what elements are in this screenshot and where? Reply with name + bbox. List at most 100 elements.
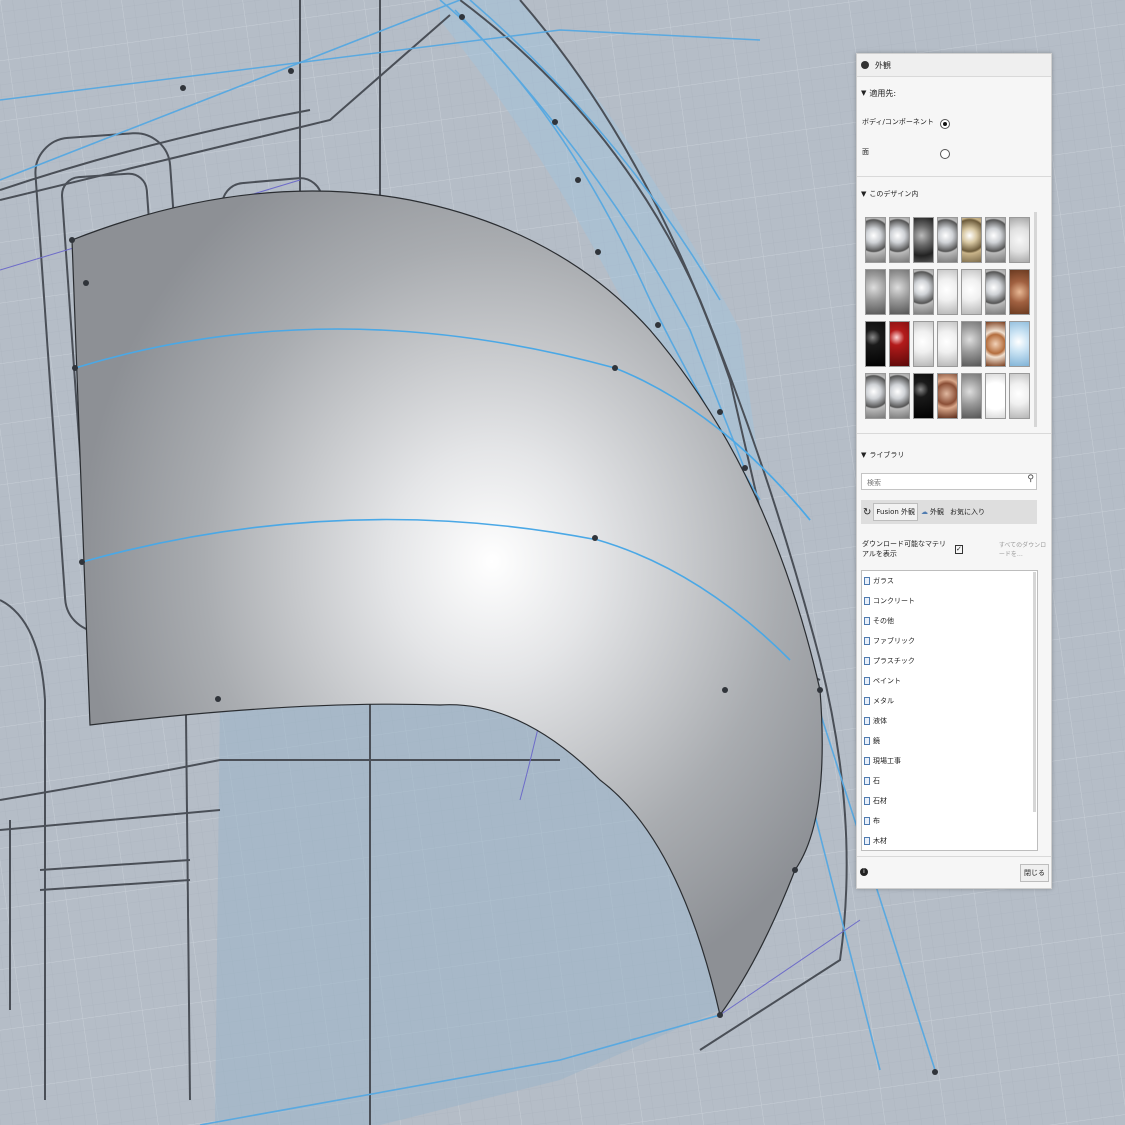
library-folder-item[interactable]: 石材 <box>862 791 1037 811</box>
library-folder-item[interactable]: その他 <box>862 611 1037 631</box>
material-swatch-white[interactable] <box>1009 373 1030 419</box>
download-all-link[interactable]: すべてのダウンロードを… <box>999 540 1051 558</box>
library-folder-item[interactable]: ファブリック <box>862 631 1037 651</box>
panel-collapse-icon[interactable] <box>861 61 869 69</box>
apply-to-face-label: 面 <box>862 148 869 156</box>
library-folder-label: プラスチック <box>873 657 915 665</box>
apply-to-body-label: ボディ/コンポーネント <box>862 118 934 126</box>
library-folder-item[interactable]: 鏡 <box>862 731 1037 751</box>
refresh-icon[interactable]: ↻ <box>863 507 871 518</box>
show-downloadable-checkbox[interactable]: ✓ <box>954 544 963 554</box>
library-folder-item[interactable]: 液体 <box>862 711 1037 731</box>
material-swatch-chrome[interactable] <box>937 217 958 263</box>
material-swatch-white[interactable] <box>961 269 982 315</box>
material-swatch-copper-ring[interactable] <box>985 321 1006 367</box>
tab-fusion-appearance[interactable]: Fusion 外観 <box>873 503 919 521</box>
radio-body-component[interactable] <box>940 119 950 129</box>
collapse-triangle-icon: ▼ <box>861 451 867 459</box>
library-folder-item[interactable]: コンクリート <box>862 591 1037 611</box>
library-folder-label: メタル <box>873 697 894 705</box>
collapse-triangle-icon: ▼ <box>861 89 867 97</box>
library-folder-label: 液体 <box>873 717 887 725</box>
apply-to-heading-row[interactable]: ▼ 適用先: <box>857 86 1051 100</box>
material-swatch-grey[interactable] <box>961 373 982 419</box>
folder-icon <box>864 597 870 605</box>
folder-icon <box>864 837 870 845</box>
collapse-triangle-icon: ▼ <box>861 190 867 198</box>
library-folder-item[interactable]: 現場工事 <box>862 751 1037 771</box>
material-swatch-chrome[interactable] <box>865 373 886 419</box>
material-swatch-gold[interactable] <box>961 217 982 263</box>
library-folder-label: 石材 <box>873 797 887 805</box>
library-folder-label: ファブリック <box>873 637 915 645</box>
library-folder-label: 石 <box>873 777 880 785</box>
library-folder-item[interactable]: 石 <box>862 771 1037 791</box>
library-search-field[interactable]: ⚲ <box>861 473 1037 490</box>
library-folder-label: 鏡 <box>873 737 880 745</box>
material-swatch-grey[interactable] <box>961 321 982 367</box>
apply-to-face-option[interactable]: 面 <box>857 147 1051 161</box>
library-folder-item[interactable]: 布 <box>862 811 1037 831</box>
apply-to-body-option[interactable]: ボディ/コンポーネント <box>857 117 1051 131</box>
folder-icon <box>864 697 870 705</box>
folder-icon <box>864 817 870 825</box>
library-folder-label: ペイント <box>873 677 901 685</box>
material-swatch-dark-chrome[interactable] <box>913 217 934 263</box>
search-icon[interactable]: ⚲ <box>1027 474 1034 484</box>
material-swatch-chrome[interactable] <box>889 373 910 419</box>
library-folder-item[interactable]: ガラス <box>862 571 1037 591</box>
radio-face[interactable] <box>940 149 950 159</box>
material-swatch-copper[interactable] <box>1009 269 1030 315</box>
material-swatch-bronze[interactable] <box>937 373 958 419</box>
folder-icon <box>864 657 870 665</box>
material-swatch-white-glow[interactable] <box>985 373 1006 419</box>
swatch-scrollbar[interactable] <box>1034 212 1037 427</box>
material-swatch-chrome[interactable] <box>985 217 1006 263</box>
library-folder-item[interactable]: 木材 <box>862 831 1037 850</box>
material-swatch-black[interactable] <box>865 321 886 367</box>
divider <box>857 433 1051 434</box>
library-folder-label: 布 <box>873 817 880 825</box>
panel-header[interactable]: 外観 <box>857 54 1051 77</box>
library-folder-label: 木材 <box>873 837 887 845</box>
folder-icon <box>864 737 870 745</box>
material-swatch-grid <box>865 217 1033 425</box>
library-folder-label: コンクリート <box>873 597 915 605</box>
material-swatch-grey[interactable] <box>865 269 886 315</box>
material-swatch-chrome[interactable] <box>985 269 1006 315</box>
material-swatch-grey[interactable] <box>889 269 910 315</box>
material-swatch-black[interactable] <box>913 373 934 419</box>
library-heading-row[interactable]: ▼ ライブラリ <box>857 448 1051 462</box>
divider <box>857 176 1051 177</box>
material-swatch-white[interactable] <box>913 321 934 367</box>
material-swatch-chrome[interactable] <box>913 269 934 315</box>
close-button[interactable]: 閉じる <box>1020 864 1049 882</box>
tab-appearance[interactable]: 外観 <box>930 507 944 517</box>
folder-icon <box>864 797 870 805</box>
material-swatch-white[interactable] <box>937 269 958 315</box>
library-folder-item[interactable]: ペイント <box>862 671 1037 691</box>
material-swatch-light-blue[interactable] <box>1009 321 1030 367</box>
panel-title: 外観 <box>875 60 891 70</box>
folder-icon <box>864 677 870 685</box>
library-search-input[interactable] <box>865 475 1019 490</box>
divider <box>857 856 1051 857</box>
folder-icon <box>864 617 870 625</box>
library-folder-label: ガラス <box>873 577 894 585</box>
material-swatch-chrome[interactable] <box>889 217 910 263</box>
tab-favorites[interactable]: お気に入り <box>950 507 985 517</box>
cloud-icon: ☁ <box>921 508 929 516</box>
appearance-panel: 外観 ▼ 適用先: ボディ/コンポーネント 面 ▼ このデザイン内 ▼ ライブラ… <box>856 53 1052 889</box>
library-folder-item[interactable]: メタル <box>862 691 1037 711</box>
folder-scrollbar[interactable] <box>1033 572 1036 812</box>
material-swatch-white[interactable] <box>937 321 958 367</box>
in-design-heading-row[interactable]: ▼ このデザイン内 <box>857 187 1051 201</box>
info-icon[interactable]: i <box>860 868 868 876</box>
library-folder-item[interactable]: プラスチック <box>862 651 1037 671</box>
library-heading: ライブラリ <box>869 451 905 459</box>
material-swatch-red[interactable] <box>889 321 910 367</box>
material-swatch-chrome[interactable] <box>865 217 886 263</box>
library-folder-label: 現場工事 <box>873 757 901 765</box>
material-swatch-white-pearl[interactable] <box>1009 217 1030 263</box>
folder-icon <box>864 577 870 585</box>
